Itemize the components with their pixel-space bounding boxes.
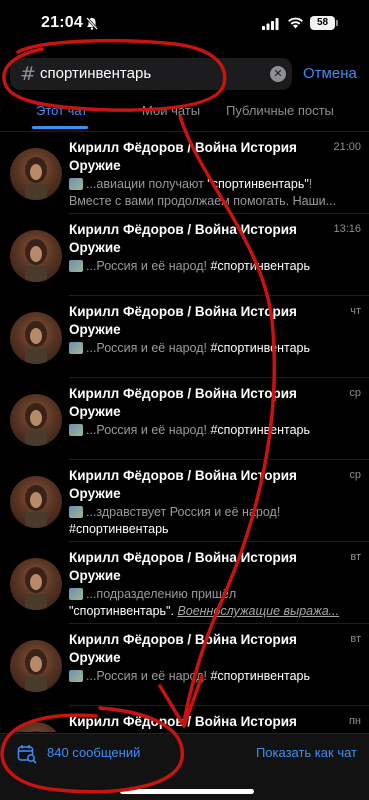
- avatar: [10, 230, 62, 282]
- search-row: # спортинвентарь ✕ Отмена: [0, 58, 369, 90]
- search-results-list: Кирилл Фёдоров / Война История Оружие 21…: [0, 132, 369, 732]
- snippet-line2: Вместе с вами продолжаем помогать. Наши.…: [69, 194, 337, 208]
- status-time: 21:04: [41, 14, 83, 31]
- avatar: [10, 394, 62, 446]
- result-date: чт: [350, 305, 361, 317]
- result-date: пн: [348, 715, 361, 727]
- bottom-toolbar: 840 сообщений Показать как чат: [0, 733, 369, 800]
- tab-this-chat[interactable]: Этот чат: [36, 103, 87, 118]
- result-date: ср: [349, 469, 361, 481]
- snippet-text-end: !: [308, 177, 313, 191]
- list-item[interactable]: Кирилл Фёдоров / Война История Оружие вт…: [0, 542, 369, 624]
- calendar-search-icon[interactable]: [17, 744, 37, 764]
- snippet-text: ...авиации получают: [86, 177, 208, 191]
- snippet-highlight: #спортинвентарь: [210, 669, 311, 683]
- media-thumbnail: [69, 178, 83, 190]
- snippet-highlight: #спортинвентарь: [210, 423, 311, 437]
- wifi-icon: [288, 17, 303, 29]
- snippet-line2: #спортинвентарь: [69, 522, 169, 536]
- battery-indicator: 58: [310, 16, 335, 30]
- result-date: 13:16: [333, 223, 361, 235]
- snippet-text: ...Россия и её народ!: [86, 341, 211, 355]
- result-title: Кирилл Фёдоров / Война История Оружие: [69, 304, 297, 337]
- result-snippet: ...Россия и её народ! #спортинвентарь: [69, 258, 363, 275]
- media-thumbnail: [69, 260, 83, 272]
- media-thumbnail: [69, 342, 83, 354]
- avatar: [10, 640, 62, 692]
- result-date: вт: [350, 551, 361, 563]
- snippet-text: ...Россия и её народ!: [86, 259, 211, 273]
- result-title: Кирилл Фёдоров / Война История Оружие: [69, 632, 297, 665]
- result-title: Кирилл Фёдоров / Война История Оружие: [69, 222, 297, 255]
- avatar: [10, 558, 62, 610]
- snippet-highlight: #спортинвентарь: [210, 259, 311, 273]
- hash-icon: #: [20, 63, 36, 85]
- clear-icon[interactable]: ✕: [270, 66, 286, 82]
- snippet-text: ...подразделению пришёл: [86, 587, 237, 601]
- snippet-highlight: "спортинвентарь".: [69, 604, 178, 618]
- mute-bell-icon: [86, 17, 98, 30]
- home-indicator: [120, 789, 254, 794]
- snippet-line2: "спортинвентарь". Военнослужащие выража.…: [69, 603, 363, 620]
- list-item[interactable]: Кирилл Фёдоров / Война История Оружие ср…: [0, 378, 369, 460]
- list-item[interactable]: Кирилл Фёдоров / Война История Оружие ср…: [0, 460, 369, 542]
- tab-public-posts[interactable]: Публичные посты: [226, 103, 334, 118]
- result-title: Кирилл Фёдоров / Война История Оружие: [69, 714, 297, 729]
- search-input[interactable]: # спортинвентарь ✕: [10, 58, 292, 90]
- result-title: Кирилл Фёдоров / Война История Оружие: [69, 140, 297, 173]
- result-snippet: ...Россия и её народ! #спортинвентарь: [69, 340, 363, 357]
- list-item[interactable]: Кирилл Фёдоров / Война История Оружие чт…: [0, 296, 369, 378]
- cancel-button[interactable]: Отмена: [303, 65, 357, 82]
- result-title: Кирилл Фёдоров / Война История Оружие: [69, 468, 297, 501]
- result-snippet: ...Россия и её народ! #спортинвентарь: [69, 422, 363, 439]
- result-snippet: ...здравствует Россия и её народ! #спорт…: [69, 504, 363, 538]
- avatar: [10, 148, 62, 200]
- snippet-highlight: "спортинвентарь": [207, 177, 309, 191]
- result-date: 21:00: [333, 141, 361, 153]
- result-title: Кирилл Фёдоров / Война История Оружие: [69, 550, 297, 583]
- snippet-highlight: #спортинвентарь: [210, 341, 311, 355]
- tab-my-chats[interactable]: Мои чаты: [142, 103, 200, 118]
- search-scope-tabs: Этот чат Мои чаты Публичные посты: [0, 96, 369, 130]
- snippet-text: ...здравствует Россия и её народ!: [86, 505, 281, 519]
- list-item[interactable]: Кирилл Фёдоров / Война История Оружие 21…: [0, 132, 369, 214]
- status-bar: 21:04 58: [0, 0, 369, 50]
- avatar: [10, 312, 62, 364]
- result-title: Кирилл Фёдоров / Война История Оружие: [69, 386, 297, 419]
- result-date: вт: [350, 633, 361, 645]
- list-item[interactable]: Кирилл Фёдоров / Война История Оружие 13…: [0, 214, 369, 296]
- list-item[interactable]: Кирилл Фёдоров / Война История Оружие пн: [0, 706, 369, 732]
- media-thumbnail: [69, 424, 83, 436]
- message-count: 840 сообщений: [47, 745, 141, 760]
- result-snippet: ...Россия и её народ! #спортинвентарь: [69, 668, 363, 685]
- show-as-chat-button[interactable]: Показать как чат: [256, 745, 357, 760]
- media-thumbnail: [69, 588, 83, 600]
- result-snippet: ...авиации получают "спортинвентарь"! Вм…: [69, 176, 363, 210]
- snippet-link[interactable]: Военнослужащие выража...: [177, 604, 339, 618]
- battery-tip: [336, 20, 338, 26]
- result-date: ср: [349, 387, 361, 399]
- avatar: [10, 476, 62, 528]
- search-query-text: спортинвентарь: [40, 65, 152, 82]
- active-tab-indicator: [32, 126, 88, 129]
- media-thumbnail: [69, 670, 83, 682]
- snippet-text: ...Россия и её народ!: [86, 423, 211, 437]
- signal-icon: [262, 18, 279, 30]
- snippet-text: ...Россия и её народ!: [86, 669, 211, 683]
- list-item[interactable]: Кирилл Фёдоров / Война История Оружие вт…: [0, 624, 369, 706]
- media-thumbnail: [69, 506, 83, 518]
- avatar: [10, 722, 62, 732]
- result-snippet: ...подразделению пришёл "спортинвентарь"…: [69, 586, 363, 620]
